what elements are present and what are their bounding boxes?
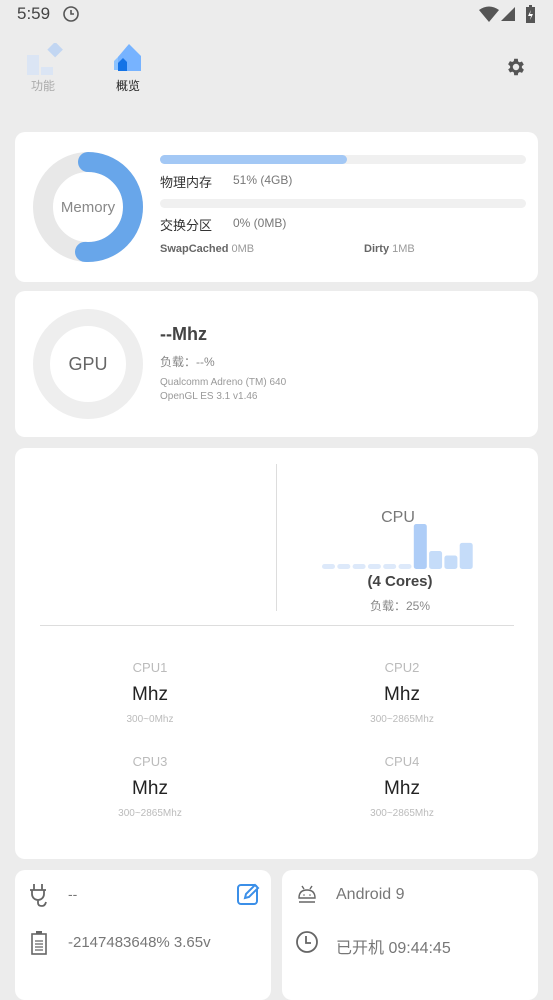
- tab-label: 功能: [30, 79, 55, 93]
- edit-icon[interactable]: [236, 882, 260, 906]
- charger-status: --: [68, 886, 78, 902]
- divider: [276, 464, 277, 611]
- tab-overview[interactable]: 概览: [108, 43, 148, 94]
- battery-charging-icon: [526, 5, 535, 23]
- core-frequency: Mhz: [132, 684, 168, 705]
- tab-label: 概览: [115, 79, 140, 93]
- cpu-history-bar: [459, 542, 473, 569]
- system-card[interactable]: Android 9 已开机 09:44:45: [282, 870, 538, 1000]
- android-icon: [298, 885, 316, 903]
- memory-card[interactable]: Memory 物理内存 51% (4GB) 交换分区 0% (0MB) Swap…: [15, 132, 538, 282]
- swap-bar: [160, 199, 526, 208]
- cpu-history-bar: [429, 551, 443, 569]
- cpu-history-bar: [444, 555, 458, 569]
- core-frequency: Mhz: [384, 778, 420, 799]
- grid-icon: [27, 43, 63, 75]
- cpu-cores-count: (4 Cores): [367, 573, 433, 590]
- battery-icon: [31, 931, 47, 955]
- cpu-history-bar: [322, 564, 335, 569]
- swap-value: 0% (0MB): [233, 216, 287, 230]
- home-icon: [114, 44, 141, 71]
- cellular-signal-icon: [501, 7, 515, 21]
- cpu-core-2: CPU2 Mhz 300~2865Mhz: [322, 660, 482, 725]
- cpu-history-bar: [398, 564, 412, 569]
- cpu-load: 负载：25%: [369, 599, 431, 613]
- wifi-icon: [479, 6, 499, 22]
- swapcached-stat: SwapCached 0MB: [160, 243, 254, 255]
- dirty-label: Dirty: [364, 243, 390, 255]
- tab-functions[interactable]: 功能: [23, 43, 63, 94]
- status-time: 5:59: [17, 4, 51, 23]
- clock-icon: [296, 931, 318, 953]
- gear-icon[interactable]: [505, 56, 527, 78]
- core-name: CPU2: [384, 660, 420, 675]
- gpu-load: 负载：--%: [160, 355, 215, 369]
- cpu-core-4: CPU4 Mhz 300~2865Mhz: [322, 754, 482, 819]
- dirty-value: 1MB: [392, 243, 415, 255]
- cpu-load-history: [322, 524, 473, 569]
- cpu-card[interactable]: CPU (4 Cores) 负载：25% CPU1 Mhz 300~0Mhz CPU…: [15, 448, 538, 859]
- gpu-ring-label: GPU: [68, 354, 108, 374]
- cpu-core-1: CPU1 Mhz 300~0Mhz: [70, 660, 230, 725]
- gpu-renderer: Qualcomm Adreno (TM) 640: [160, 377, 287, 388]
- cpu-history-bar: [367, 564, 381, 569]
- dirty-stat: Dirty 1MB: [364, 243, 415, 255]
- core-frequency: Mhz: [132, 778, 168, 799]
- core-range: 300~2865Mhz: [118, 808, 182, 819]
- android-version: Android 9: [336, 886, 405, 903]
- core-frequency: Mhz: [384, 684, 420, 705]
- gpu-opengl: OpenGL ES 3.1 v1.46: [160, 391, 258, 402]
- core-name: CPU1: [132, 660, 168, 675]
- physical-memory-bar: [160, 155, 526, 164]
- physical-memory-label: 物理内存: [160, 175, 213, 190]
- cpu-history-bar: [352, 564, 366, 569]
- cpu-history-bar: [337, 564, 351, 569]
- memory-ring-label: Memory: [60, 199, 116, 216]
- physical-memory-value: 51% (4GB): [233, 173, 293, 187]
- uptime: 已开机 09:44:45: [336, 940, 451, 957]
- power-card[interactable]: -- -2147483648% 3.65v: [15, 870, 271, 1000]
- swapcached-value: 0MB: [231, 243, 255, 255]
- cpu-history-bar: [383, 564, 397, 569]
- core-name: CPU4: [384, 754, 420, 769]
- battery-status: -2147483648% 3.65v: [68, 934, 211, 951]
- gpu-card[interactable]: GPU --Mhz 负载：--% Qualcomm Adreno (TM) 64…: [15, 291, 538, 437]
- swapcached-label: SwapCached: [160, 243, 229, 255]
- core-name: CPU3: [132, 754, 168, 769]
- core-range: 300~2865Mhz: [370, 714, 434, 725]
- divider: [40, 625, 514, 626]
- swap-label: 交换分区: [160, 218, 213, 233]
- cpu-history-bar: [413, 524, 427, 569]
- cpu-core-3: CPU3 Mhz 300~2865Mhz: [70, 754, 230, 819]
- plug-icon: [30, 884, 47, 907]
- core-range: 300~0Mhz: [126, 714, 174, 725]
- core-range: 300~2865Mhz: [370, 808, 434, 819]
- gpu-frequency: --Mhz: [160, 324, 207, 344]
- alarm-clock-icon: [63, 6, 79, 22]
